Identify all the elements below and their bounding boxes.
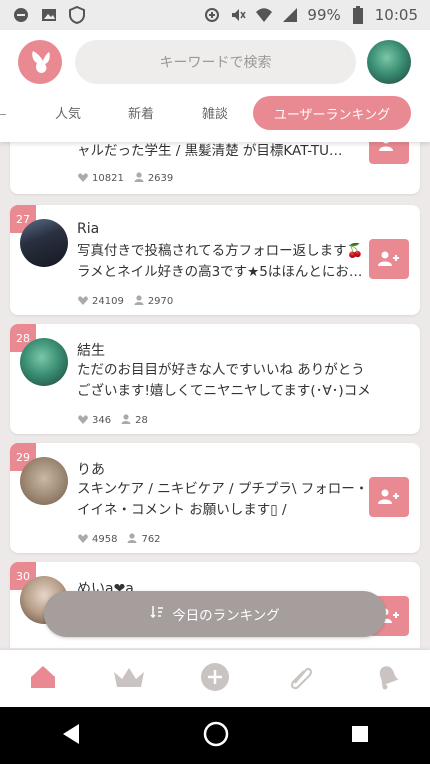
home-icon: [30, 665, 56, 693]
like-count: 24109: [92, 296, 124, 307]
search-placeholder: キーワードで検索: [159, 55, 272, 71]
user-stats: 10821 2639: [78, 172, 183, 185]
heart-icon: [78, 414, 88, 427]
user-bio: ャルだった学生 / 黒髪清楚 が目標KAT-TU…: [77, 143, 343, 159]
logo-bunny-icon[interactable]: [18, 40, 62, 84]
user-stats: 346 28: [78, 414, 158, 427]
user-bio: 写真付きで投稿されてる方フォロー返します🍒 ラメとネイル好きの高3です★5はほん…: [77, 243, 364, 280]
like-count: 10821: [92, 173, 124, 184]
user-name[interactable]: りあ: [77, 459, 105, 479]
search-input[interactable]: キーワードで検索: [75, 40, 356, 84]
user-card[interactable]: 29 りあ スキンケア / ニキビケア / プチプラ\ フォロー・イイネ・コメン…: [10, 443, 420, 553]
user-avatar[interactable]: [20, 219, 68, 267]
follower-count: 762: [141, 534, 161, 545]
data-saver-icon: [203, 6, 221, 24]
user-name[interactable]: 結生: [77, 340, 105, 360]
nav-home[interactable]: [13, 659, 73, 699]
tab-new[interactable]: 新着: [128, 103, 154, 122]
nav-ranking[interactable]: [99, 659, 159, 699]
follow-button[interactable]: [369, 477, 409, 517]
person-icon: [134, 295, 144, 308]
user-bio: ただのお目目が好きな人ですいいね ありがとうございます!嬉しくてニヤニヤしてます…: [77, 362, 371, 399]
user-stats: 4958 762: [78, 533, 171, 546]
today-ranking-label: 今日のランキング: [172, 608, 280, 624]
follow-button[interactable]: [369, 142, 409, 164]
home-button-icon[interactable]: [203, 721, 229, 751]
tab-chat[interactable]: 雑談: [202, 103, 228, 122]
heart-icon: [78, 533, 88, 546]
follower-count: 2639: [147, 173, 174, 184]
system-nav-bar: [0, 707, 430, 764]
nav-clip[interactable]: [271, 659, 331, 699]
ranking-list[interactable]: ャルだった学生 / 黒髪清楚 が目標KAT-TU… 10821 2639 27 …: [0, 142, 430, 648]
paperclip-icon: [287, 663, 315, 695]
mute-icon: [229, 6, 247, 24]
follower-count: 28: [135, 415, 148, 426]
tab-bar: 人気 新着 雑談 ユーザーランキング: [0, 96, 430, 134]
like-count: 346: [92, 415, 112, 426]
follow-button[interactable]: [369, 239, 409, 279]
tab-popular[interactable]: 人気: [55, 103, 81, 122]
clock: 10:05: [374, 6, 418, 24]
user-card[interactable]: 28 結生 ただのお目目が好きな人ですいいね ありがとうございます!嬉しくてニヤ…: [10, 324, 420, 434]
nav-notifications[interactable]: [357, 659, 417, 699]
person-icon: [127, 533, 137, 546]
follower-count: 2970: [147, 296, 174, 307]
plus-icon: [200, 662, 230, 696]
user-avatar[interactable]: [20, 338, 68, 386]
app-header: キーワードで検索 人気 新着 雑談 ユーザーランキング: [0, 30, 430, 142]
battery-percent: 99%: [307, 6, 341, 24]
user-avatar[interactable]: [20, 457, 68, 505]
bottom-nav: [0, 650, 430, 707]
shield-icon: [68, 6, 86, 24]
like-count: 4958: [92, 534, 118, 545]
heart-icon: [78, 172, 88, 185]
user-bio: スキンケア / ニキビケア / プチプラ\ フォロー・イイネ・コメント お願いし…: [77, 481, 369, 518]
battery-icon: [349, 6, 367, 24]
back-icon[interactable]: [61, 723, 81, 749]
user-stats: 24109 2970: [78, 295, 183, 308]
crown-icon: [113, 666, 145, 692]
wifi-icon: [255, 6, 273, 24]
tab-user-ranking[interactable]: ユーザーランキング: [253, 96, 411, 130]
signal-icon: [281, 6, 299, 24]
sort-icon: [150, 605, 164, 623]
today-ranking-button[interactable]: 今日のランキング: [44, 591, 386, 637]
user-name[interactable]: Ria: [77, 221, 99, 237]
profile-avatar[interactable]: [367, 40, 411, 84]
nav-post[interactable]: [185, 659, 245, 699]
person-icon: [121, 414, 131, 427]
recents-icon[interactable]: [351, 725, 369, 747]
bell-icon: [373, 663, 401, 695]
person-icon: [134, 172, 144, 185]
status-bar: 99% 10:05: [0, 0, 430, 30]
user-card[interactable]: ャルだった学生 / 黒髪清楚 が目標KAT-TU… 10821 2639: [10, 142, 420, 194]
heart-icon: [78, 295, 88, 308]
user-card[interactable]: 27 Ria 写真付きで投稿されてる方フォロー返します🍒 ラメとネイル好きの高3…: [10, 205, 420, 315]
image-icon: [40, 6, 58, 24]
tab-overflow-indicator: [0, 114, 6, 115]
dnd-icon: [12, 6, 30, 24]
